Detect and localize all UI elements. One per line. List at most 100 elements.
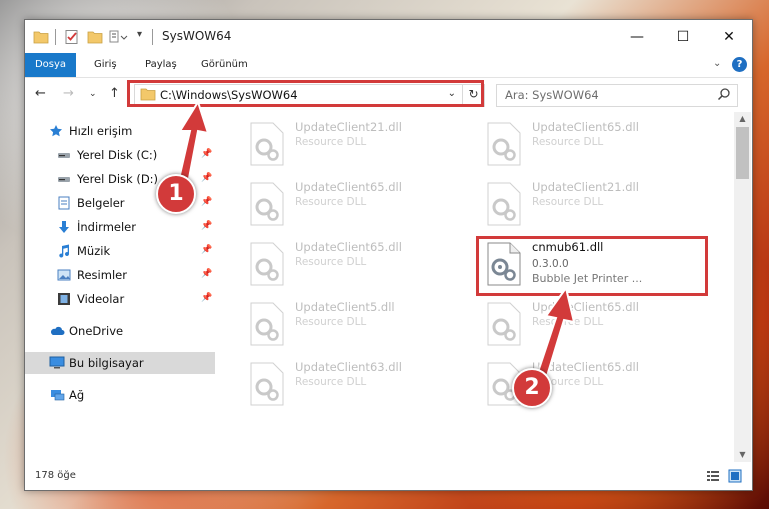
sidebar-item-label: Yerel Disk (C:) <box>77 148 158 162</box>
pin-icon[interactable]: 📌 <box>201 269 212 279</box>
file-item[interactable]: UpdateClient63.dll Resource DLL <box>247 358 477 408</box>
address-bar-highlight <box>127 80 484 107</box>
drive-icon <box>58 153 70 158</box>
tab-share[interactable]: Paylaş <box>145 53 177 77</box>
file-name: UpdateClient21.dll <box>295 120 402 134</box>
customize-toolbar-icon[interactable] <box>109 29 129 45</box>
sidebar-item-label: Bu bilgisayar <box>69 356 144 370</box>
network-icon <box>51 390 65 401</box>
up-arrow-icon[interactable]: ↑ <box>109 86 120 101</box>
sidebar-item-label: Resimler <box>77 268 127 282</box>
window-title: SysWOW64 <box>162 29 232 43</box>
recent-locations-icon[interactable]: ⌄ <box>89 89 97 99</box>
sidebar-item-downloads[interactable]: İndirmeler 📌 <box>25 216 215 238</box>
navigation-pane: Hızlı erişim Yerel Disk (C:) 📌 Yerel Dis… <box>25 112 217 462</box>
item-count: 178 öğe <box>35 470 76 481</box>
file-type: Resource DLL <box>295 256 367 268</box>
tab-view[interactable]: Görünüm <box>201 53 248 77</box>
file-item[interactable]: UpdateClient5.dll Resource DLL <box>247 298 477 348</box>
film-strip-icon <box>58 293 70 305</box>
sidebar-item-label: Müzik <box>77 244 111 258</box>
tab-home[interactable]: Giriş <box>94 53 117 77</box>
music-note-icon <box>59 244 69 258</box>
forward-arrow-icon[interactable]: → <box>63 86 74 101</box>
drive-icon <box>58 177 70 182</box>
pin-icon[interactable]: 📌 <box>201 197 212 207</box>
dll-file-icon <box>250 122 284 166</box>
sidebar-item-label: Videolar <box>77 292 125 306</box>
file-type: Resource DLL <box>295 316 367 328</box>
sidebar-item-music[interactable]: Müzik 📌 <box>25 240 215 262</box>
step-badge-1: 1 <box>156 174 196 214</box>
sidebar-item-onedrive[interactable]: OneDrive <box>25 320 215 342</box>
file-item[interactable]: UpdateClient65.dll Resource DLL <box>484 118 714 168</box>
folder-icon[interactable] <box>33 29 49 45</box>
large-icons-view-icon[interactable] <box>728 469 742 483</box>
status-bar: 178 öğe <box>25 462 752 490</box>
dll-file-icon <box>250 362 284 406</box>
documents-icon <box>58 196 70 210</box>
file-name: UpdateClient65.dll <box>532 360 639 374</box>
sidebar-item-videos[interactable]: Videolar 📌 <box>25 288 215 310</box>
scroll-down-icon[interactable]: ▼ <box>734 450 751 459</box>
properties-icon[interactable] <box>64 29 80 45</box>
star-icon <box>50 125 62 137</box>
details-view-icon[interactable] <box>706 469 720 483</box>
dll-file-icon <box>487 122 521 166</box>
file-name: UpdateClient65.dll <box>532 120 639 134</box>
close-button[interactable]: ✕ <box>706 20 752 53</box>
maximize-button[interactable]: ☐ <box>660 20 706 53</box>
computer-icon <box>49 356 65 369</box>
download-arrow-icon <box>59 221 69 233</box>
file-name: UpdateClient63.dll <box>295 360 402 374</box>
pictures-icon <box>57 269 71 281</box>
search-icon[interactable] <box>717 87 731 101</box>
file-type: Resource DLL <box>532 316 604 328</box>
dll-file-icon <box>250 182 284 226</box>
scrollbar-thumb[interactable] <box>736 127 749 179</box>
pin-icon[interactable]: 📌 <box>201 173 212 183</box>
new-folder-icon[interactable] <box>87 29 103 45</box>
sidebar-item-label: Ağ <box>69 388 85 402</box>
sidebar-item-network[interactable]: Ağ <box>25 384 215 406</box>
dll-file-icon <box>487 302 521 346</box>
sidebar-item-this-pc[interactable]: Bu bilgisayar <box>25 352 215 374</box>
back-arrow-icon[interactable]: ← <box>35 86 46 101</box>
step-badge-2: 2 <box>512 368 552 408</box>
file-item[interactable]: UpdateClient21.dll Resource DLL <box>484 178 714 228</box>
sidebar-item-label: Hızlı erişim <box>69 124 133 138</box>
minimize-button[interactable]: — <box>614 20 660 53</box>
scroll-up-icon[interactable]: ▲ <box>734 114 751 123</box>
file-name: UpdateClient65.dll <box>295 180 402 194</box>
pin-icon[interactable]: 📌 <box>201 293 212 303</box>
dll-file-icon <box>250 242 284 286</box>
search-input[interactable]: Ara: SysWOW64 <box>496 84 738 107</box>
dll-file-icon <box>250 302 284 346</box>
file-item[interactable]: UpdateClient21.dll Resource DLL <box>247 118 477 168</box>
pin-icon[interactable]: 📌 <box>201 221 212 231</box>
file-name: UpdateClient65.dll <box>532 300 639 314</box>
sidebar-item-pictures[interactable]: Resimler 📌 <box>25 264 215 286</box>
file-name: UpdateClient65.dll <box>295 240 402 254</box>
expand-ribbon-icon[interactable]: ⌄ <box>713 58 721 69</box>
file-item[interactable]: UpdateClient65.dll Resource DLL <box>247 238 477 288</box>
file-item[interactable]: UpdateClient65.dll Resource DLL <box>484 298 714 348</box>
file-name: UpdateClient5.dll <box>295 300 395 314</box>
sidebar-item-local-disk-c[interactable]: Yerel Disk (C:) 📌 <box>25 144 215 166</box>
ribbon-tabs: Dosya Giriş Paylaş Görünüm ⌄ ? <box>25 53 752 78</box>
vertical-scrollbar[interactable]: ▲ ▼ <box>734 112 751 462</box>
file-highlight <box>476 236 708 296</box>
help-icon[interactable]: ? <box>732 57 747 72</box>
sidebar-item-label: Yerel Disk (D:) <box>77 172 159 186</box>
pin-icon[interactable]: 📌 <box>201 149 212 159</box>
pin-icon[interactable]: 📌 <box>201 245 212 255</box>
dll-file-icon <box>487 182 521 226</box>
quick-access-dropdown-icon[interactable]: ▾ <box>137 29 142 45</box>
search-placeholder: Ara: SysWOW64 <box>505 88 599 102</box>
file-type: Resource DLL <box>532 196 604 208</box>
title-bar: ▾ SysWOW64 — ☐ ✕ <box>25 20 752 53</box>
file-item[interactable]: UpdateClient65.dll Resource DLL <box>247 178 477 228</box>
tab-file[interactable]: Dosya <box>25 53 76 77</box>
sidebar-item-label: OneDrive <box>69 324 124 338</box>
sidebar-item-quick-access[interactable]: Hızlı erişim <box>25 120 215 142</box>
